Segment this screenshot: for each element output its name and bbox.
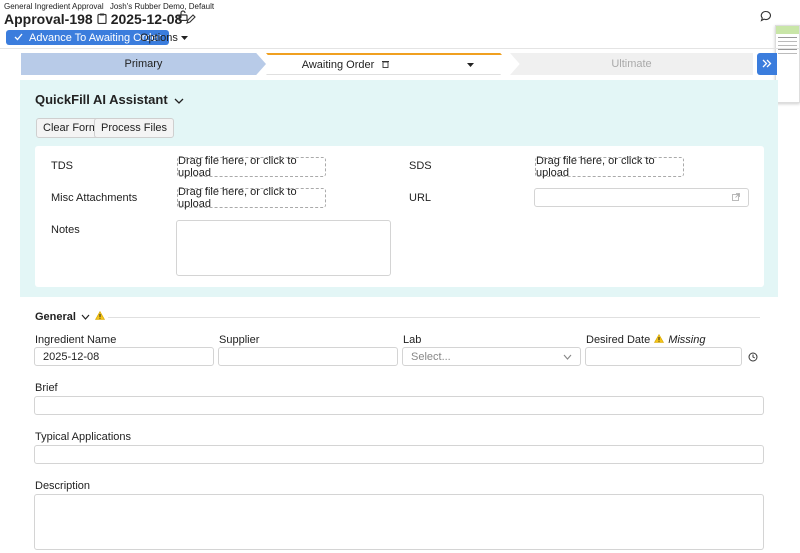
supplier-input[interactable] <box>218 347 398 366</box>
general-header[interactable]: General <box>35 310 105 323</box>
desired-date-label-group: Desired Date Missing <box>586 333 706 346</box>
notes-textarea[interactable] <box>176 220 391 276</box>
stage-ultimate[interactable]: Ultimate <box>510 53 753 75</box>
clipboard-icon[interactable] <box>97 11 107 27</box>
stage-primary-label: Primary <box>124 58 163 70</box>
desired-date-input[interactable] <box>585 347 742 366</box>
chevron-down-icon <box>563 351 572 363</box>
lab-label: Lab <box>403 334 422 346</box>
warning-icon <box>94 310 105 323</box>
general-title: General <box>35 311 76 323</box>
chevron-down-icon <box>174 92 184 107</box>
misc-attachments-upload[interactable]: Drag file here, or click to upload <box>177 186 326 210</box>
url-input[interactable] <box>534 188 749 207</box>
record-title: Approval-198 2025-12-08 <box>4 11 197 27</box>
process-files-button[interactable]: Process Files <box>94 118 175 138</box>
quickfill-header[interactable]: QuickFill AI Assistant <box>35 92 184 107</box>
stage-primary[interactable]: Primary <box>21 53 266 75</box>
general-divider <box>108 317 760 318</box>
tds-label: TDS <box>51 160 73 172</box>
double-chevron-right-icon <box>762 57 772 71</box>
stage-awaiting[interactable]: Awaiting Order <box>266 53 510 75</box>
external-link-icon[interactable] <box>732 192 740 204</box>
comment-icon[interactable] <box>760 10 772 25</box>
stage-awaiting-label: Awaiting Order <box>301 58 375 71</box>
quickfill-title: QuickFill AI Assistant <box>35 92 168 107</box>
caret-down-icon <box>180 32 188 44</box>
sds-label: SDS <box>409 160 432 172</box>
toolbar-divider <box>0 48 800 49</box>
description-textarea[interactable] <box>34 494 764 550</box>
ingredient-name-label: Ingredient Name <box>35 334 117 346</box>
record-id: Approval-198 <box>4 11 93 27</box>
unlock-icon[interactable] <box>178 10 188 24</box>
url-label: URL <box>409 192 432 204</box>
lab-placeholder: Select... <box>411 350 451 363</box>
lab-select[interactable]: Select... <box>402 347 581 366</box>
clock-icon[interactable] <box>748 351 758 365</box>
check-icon <box>14 32 23 44</box>
chevron-down-icon <box>81 311 90 323</box>
desired-date-label: Desired Date <box>586 334 651 346</box>
document-thumbnail[interactable] <box>775 25 800 103</box>
brief-label: Brief <box>35 382 58 394</box>
record-date: 2025-12-08 <box>110 11 183 27</box>
tds-upload[interactable]: Drag file here, or click to upload <box>177 155 326 179</box>
breadcrumb-module[interactable]: General Ingredient Approval <box>4 2 104 11</box>
misc-attachments-label: Misc Attachments <box>51 192 138 204</box>
brief-input[interactable] <box>34 396 764 415</box>
notes-label: Notes <box>51 224 80 236</box>
stage-next-button[interactable] <box>757 53 777 75</box>
options-dropdown[interactable]: Options <box>140 32 188 44</box>
options-label: Options <box>140 32 178 44</box>
stage-caret-icon[interactable] <box>467 59 475 71</box>
typical-applications-label: Typical Applications <box>35 431 131 443</box>
breadcrumb-org: Josh's Rubber Demo, Default <box>109 2 215 11</box>
supplier-label: Supplier <box>219 334 260 346</box>
warning-icon <box>654 333 665 346</box>
typical-applications-input[interactable] <box>34 445 764 464</box>
ingredient-name-input[interactable]: 2025-12-08 <box>34 347 214 366</box>
description-label: Description <box>35 480 91 492</box>
sds-upload[interactable]: Drag file here, or click to upload <box>535 155 684 179</box>
missing-label: Missing <box>668 334 706 346</box>
stage-ultimate-label: Ultimate <box>611 58 652 70</box>
trash-icon[interactable] <box>382 59 390 71</box>
